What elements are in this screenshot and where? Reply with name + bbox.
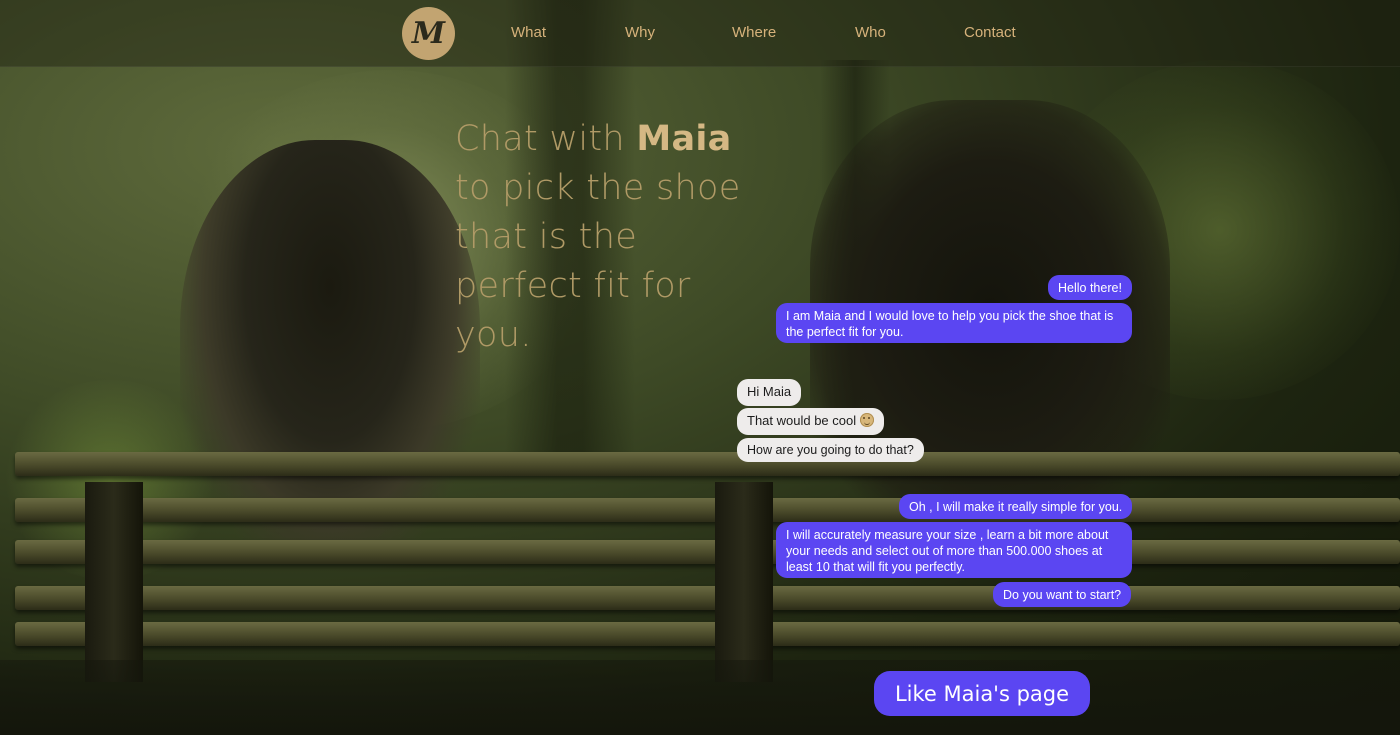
bench-slat	[15, 622, 1400, 646]
hero-line: that is the	[455, 217, 638, 257]
hero-line: Chat with Maia	[455, 115, 775, 164]
hero-line: to pick the shoe	[455, 168, 741, 208]
nav-link-why[interactable]: Why	[625, 24, 655, 41]
bench-slat	[15, 452, 1400, 476]
chat-bubble-user: Hi Maia	[737, 379, 802, 406]
like-page-button[interactable]: Like Maia's page	[874, 671, 1090, 716]
chat-bubble-user: How are you going to do that?	[737, 438, 924, 462]
chat-bubble-bot: Oh , I will make it really simple for yo…	[899, 494, 1133, 519]
nav-link-contact[interactable]: Contact	[964, 24, 1016, 41]
logo-letter: M	[411, 15, 446, 51]
background-tree	[820, 60, 890, 460]
smiling-face-icon	[860, 413, 875, 427]
chat-bubble-bot: I will accurately measure your size , le…	[776, 522, 1132, 578]
hero-bot-name: Maia	[636, 119, 732, 159]
bench-leg	[715, 482, 773, 682]
nav-link-who[interactable]: Who	[855, 24, 886, 41]
background-bush	[0, 380, 220, 580]
chat-bubble-bot: Hello there!	[1048, 275, 1132, 300]
hero-headline: Chat with Maia to pick the shoe that is …	[455, 115, 775, 360]
hero-line: you.	[455, 315, 532, 355]
chat-bubble-bot: Do you want to start?	[993, 582, 1132, 607]
bench-slat	[15, 540, 1400, 564]
hero-line: perfect fit for	[455, 266, 691, 306]
maia-logo[interactable]: M	[402, 7, 455, 60]
chat-bubble-text: That would be cool	[747, 413, 857, 428]
background-person-left	[180, 140, 480, 560]
nav-link-where[interactable]: Where	[732, 24, 776, 41]
chat-bubble-bot: I am Maia and I would love to help you p…	[776, 303, 1132, 343]
nav-link-what[interactable]: What	[511, 24, 546, 41]
hero-line-prefix: Chat with	[455, 119, 625, 159]
background-ground	[0, 660, 1400, 735]
top-navbar: M What Why Where Who Contact	[0, 0, 1400, 67]
chat-bubble-user: That would be cool	[737, 408, 885, 435]
bench-slat	[15, 586, 1400, 610]
background-foliage	[1040, 60, 1400, 400]
landing-page: M What Why Where Who Contact Chat with M…	[0, 0, 1400, 735]
bench-leg	[85, 482, 143, 682]
bench-slat	[15, 498, 1400, 522]
background-bench	[15, 452, 1400, 682]
